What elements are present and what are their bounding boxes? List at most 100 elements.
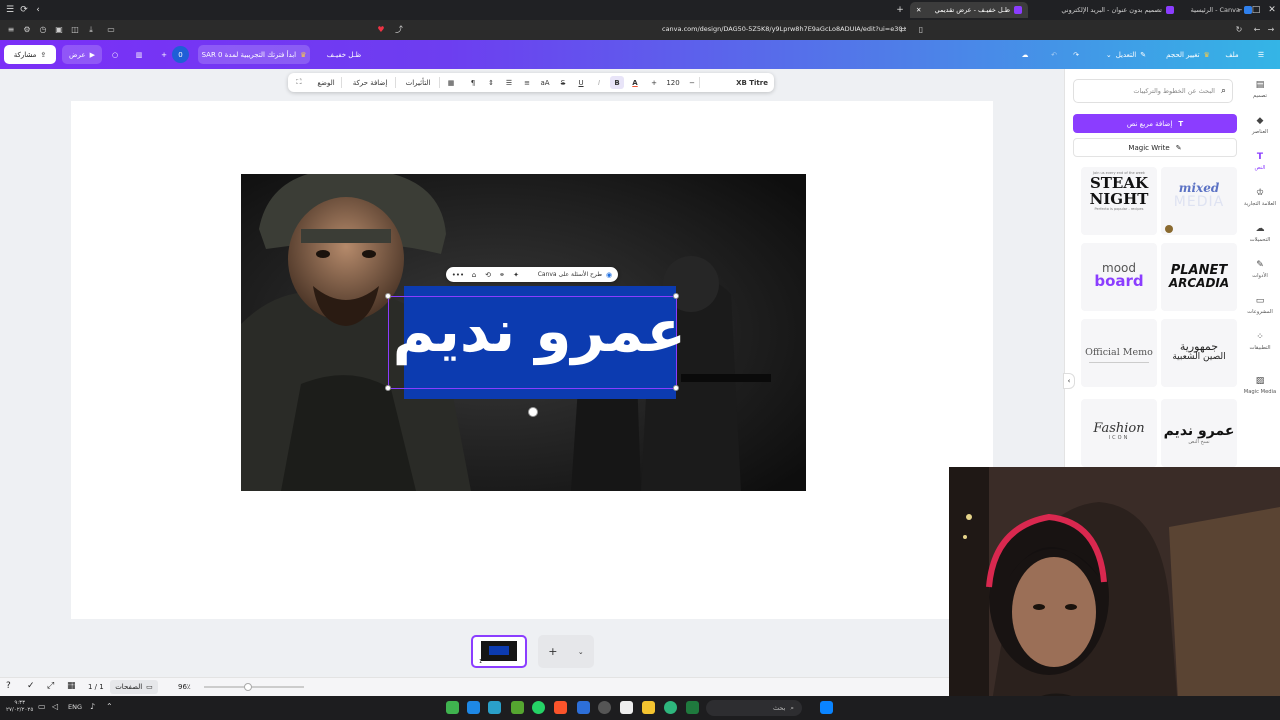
back-icon[interactable]: ‹ [30, 2, 46, 18]
excel-icon[interactable] [686, 701, 699, 714]
sidebar-toggle-icon[interactable]: ≡ [4, 23, 18, 37]
volume-icon[interactable]: ◁ [52, 702, 58, 711]
position-button[interactable]: الوضع [312, 73, 340, 92]
shield-icon[interactable]: ♥ [374, 23, 388, 37]
analytics-icon[interactable]: ▥ [130, 45, 148, 64]
more-options-icon[interactable]: ••• [452, 267, 464, 282]
font-size-input[interactable]: 120 [664, 73, 682, 92]
start-trial-button[interactable]: ♛ ابدأ فترتك التجريبية لمدة SAR 0 [198, 45, 310, 64]
font-combo-card[interactable]: Official Memo [1081, 319, 1157, 387]
app-icon[interactable] [511, 701, 524, 714]
font-combo-card[interactable]: mixed MEDIA [1161, 167, 1237, 235]
font-combo-card[interactable]: عمرو نديم نسخ النص [1161, 399, 1237, 467]
pages-button[interactable]: ▭ الصفحات [110, 680, 158, 694]
share-page-icon[interactable]: ⤴ [392, 23, 406, 37]
text-direction-icon[interactable]: ¶ [466, 73, 480, 92]
font-combo-card[interactable]: PLANET ARCADIA [1161, 243, 1237, 311]
rail-item-apps[interactable]: ⁘ التطبيقات [1240, 331, 1280, 351]
list-icon[interactable]: ☰ [502, 73, 516, 92]
edge-icon[interactable] [664, 701, 677, 714]
redo-icon[interactable]: ↷ [1068, 45, 1084, 64]
rail-item-brand[interactable]: ♔ العلامة التجارية [1240, 187, 1280, 207]
split-view-icon[interactable]: ◫ [68, 23, 82, 37]
font-size-decrease-button[interactable]: − [686, 73, 698, 92]
help-icon[interactable]: ? [6, 681, 11, 691]
settings-icon[interactable]: ⚙ [20, 23, 34, 37]
taskbar-search[interactable]: ⌕ بحث [706, 700, 802, 716]
forward-arrow-icon[interactable]: → [1264, 23, 1278, 37]
collapse-panel-chevron-icon[interactable]: ‹ [1063, 373, 1075, 389]
minimize-icon[interactable]: – [1232, 2, 1248, 18]
app-icon[interactable] [577, 701, 590, 714]
font-family-selector[interactable]: XB Titre [734, 73, 770, 92]
tab-presentation[interactable]: ظـل خفيـف - عرض تقديمي ✕ [910, 2, 1028, 18]
media-player-icon[interactable] [446, 701, 459, 714]
rail-item-magic-media[interactable]: ▨ Magic Media [1240, 375, 1280, 395]
zoom-value[interactable]: 96٪ [178, 683, 191, 691]
rail-item-design[interactable]: ▤ تصميم [1240, 79, 1280, 99]
clock[interactable]: ٩:٣٣ ٢٧/٠٢/٢٠٢٥ [6, 700, 33, 714]
add-collaborator-button[interactable]: + [156, 45, 172, 64]
file-explorer-icon[interactable] [642, 701, 655, 714]
resize-handle[interactable] [385, 385, 391, 391]
whatsapp-icon[interactable] [532, 701, 545, 714]
zoom-slider[interactable] [204, 683, 304, 691]
align-icon[interactable]: ≡ [520, 73, 534, 92]
tray-chevron-icon[interactable]: ⌃ [106, 702, 113, 711]
underline-button[interactable]: U [574, 73, 588, 92]
format-painter-icon[interactable]: ⛶ [292, 73, 306, 92]
spacing-icon[interactable]: ⇕ [484, 73, 498, 92]
font-combo-card[interactable]: Fashion ICON [1081, 399, 1157, 467]
bookmark-icon[interactable]: ▯ [914, 23, 928, 37]
rail-item-uploads[interactable]: ☁ التحميلات [1240, 223, 1280, 243]
share-button[interactable]: ⇪ مشاركة [4, 45, 56, 64]
file-menu-button[interactable]: ملف [1220, 45, 1244, 64]
undo-icon[interactable]: ↶ [1046, 45, 1062, 64]
desktop-icon[interactable] [467, 701, 480, 714]
magic-icon[interactable]: ✦ [510, 267, 522, 282]
rail-item-text[interactable]: T النص [1240, 151, 1280, 171]
magic-write-button[interactable]: ✎ Magic Write [1073, 138, 1237, 157]
resize-handle[interactable] [385, 293, 391, 299]
close-tab-icon[interactable]: ✕ [916, 6, 921, 14]
close-window-icon[interactable]: ✕ [1264, 2, 1280, 18]
zoom-slider-thumb[interactable] [244, 683, 252, 691]
design-title[interactable]: ظـل خفيـف [318, 45, 370, 64]
text-color-icon[interactable]: A [628, 73, 642, 92]
reload-icon[interactable]: ↻ [1232, 23, 1246, 37]
check-icon[interactable]: ✓ [27, 681, 35, 691]
resize-button[interactable]: ♛ تغيير الحجم [1160, 45, 1216, 64]
italic-button[interactable]: I [592, 73, 606, 92]
url-text[interactable]: canva.com/design/DAG50-5Z5K8/y9Lprw8h7E9… [662, 25, 902, 33]
copy-link-icon[interactable]: ⇄ [896, 23, 910, 37]
language-indicator[interactable]: ENG [68, 703, 82, 711]
ask-canva-button[interactable]: طرح الأسئلة على Canva [538, 267, 602, 282]
screenshot-icon[interactable]: ▭ [104, 23, 118, 37]
brave-icon[interactable] [554, 701, 567, 714]
font-combo-card[interactable]: mood board [1081, 243, 1157, 311]
grid-view-icon[interactable]: ▦ [67, 681, 76, 691]
rail-item-tools[interactable]: ✎ الأدوات [1240, 259, 1280, 279]
duplicate-icon[interactable]: ⟲ [482, 267, 494, 282]
font-combo-card[interactable]: Join us every end of the week STEAK NIGH… [1081, 167, 1157, 235]
rotate-handle[interactable] [528, 407, 538, 417]
page-thumbnail[interactable]: 1 [471, 635, 527, 668]
maximize-icon[interactable]: □ [1248, 2, 1264, 18]
history-icon[interactable]: ◷ [36, 23, 50, 37]
hamburger-menu-icon[interactable]: ☰ [1252, 45, 1270, 64]
resize-handle[interactable] [673, 385, 679, 391]
letter-case-button[interactable]: aA [538, 73, 552, 92]
tab-email[interactable]: تصميم بدون عنوان - البريد الإلكتروني [1030, 2, 1180, 18]
notification-icon[interactable]: ▭ [38, 702, 46, 711]
comment-icon[interactable]: ○ [106, 45, 124, 64]
heading-text[interactable]: عمرو نديم [393, 299, 687, 363]
mic-icon[interactable]: ♪ [90, 702, 95, 711]
font-search-input[interactable]: ⌕ البحث عن الخطوط والتركيبات [1073, 79, 1233, 103]
font-size-increase-button[interactable]: + [648, 73, 660, 92]
download-icon[interactable]: ⤓ [84, 23, 98, 37]
add-page-button[interactable]: + ⌄ [538, 635, 594, 668]
bold-button[interactable]: B [610, 76, 624, 89]
animate-button[interactable]: إضافة حركة [346, 73, 394, 92]
rail-item-projects[interactable]: ▭ المشروعات [1240, 295, 1280, 315]
add-textbox-button[interactable]: T إضافة مربع نص [1073, 114, 1237, 133]
